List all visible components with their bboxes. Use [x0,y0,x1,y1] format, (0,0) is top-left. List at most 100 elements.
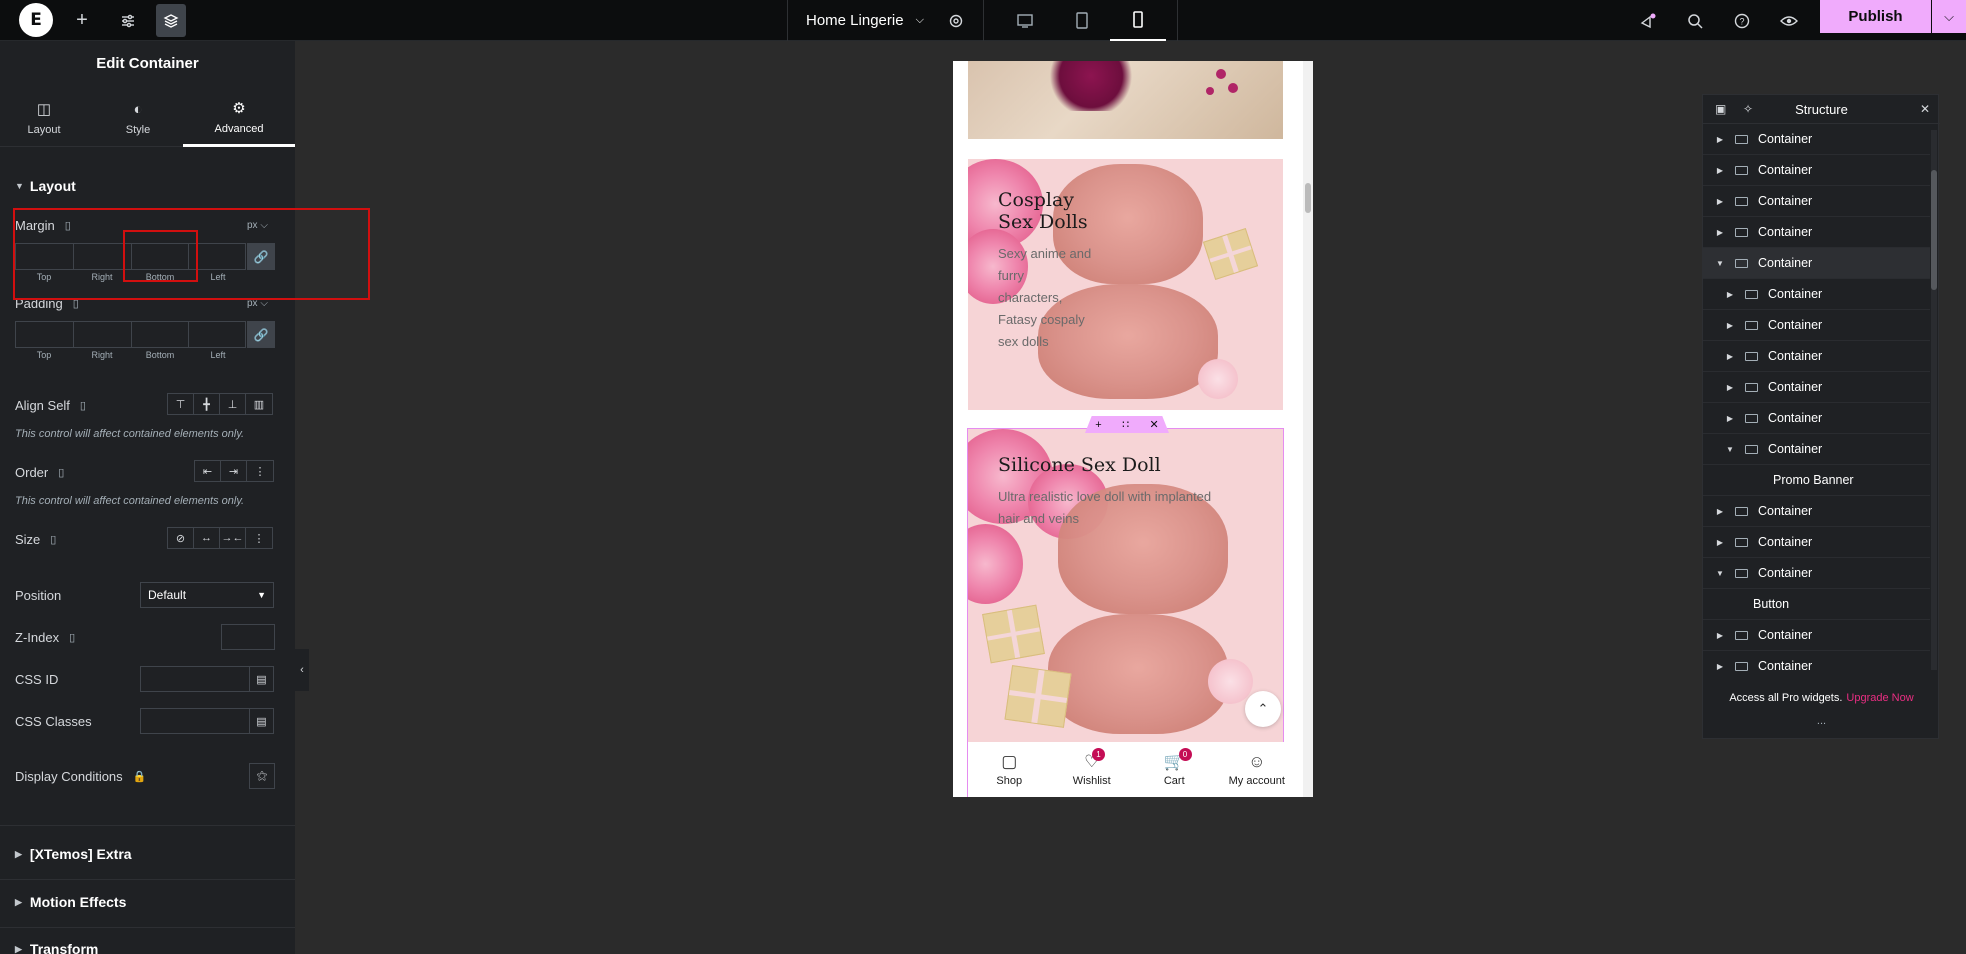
preview-scrollbar[interactable] [1303,61,1313,797]
page-settings-icon[interactable] [945,0,967,41]
caret-right-icon[interactable]: ▶ [1723,321,1737,330]
caret-right-icon[interactable]: ▶ [1723,290,1737,299]
desktop-icon[interactable] [1005,0,1045,41]
caret-right-icon[interactable]: ▶ [1723,414,1737,423]
structure-scrollbar-thumb[interactable] [1931,170,1937,290]
caret-down-icon[interactable]: ▼ [1723,445,1737,454]
structure-row[interactable]: ▶ Container [1703,620,1930,651]
css-id-input[interactable] [140,666,250,692]
section-transform[interactable]: ▶ Transform [15,941,98,954]
structure-row[interactable]: ▶ Container [1703,217,1930,248]
structure-row[interactable]: ▶ Container [1703,527,1930,558]
add-element-icon[interactable]: + [70,0,94,41]
caret-right-icon[interactable]: ▶ [1723,352,1737,361]
nav-wishlist[interactable]: ♡ 1 Wishlist [1051,742,1134,797]
page-title[interactable]: Home Lingerie ⌵ [806,0,924,41]
more-options-icon[interactable]: ⋮ [247,461,273,481]
caret-down-icon[interactable]: ▼ [1713,569,1727,578]
structure-row[interactable]: ▶ Container [1703,651,1930,681]
responsive-mobile-icon[interactable]: ▯ [58,466,64,479]
search-icon[interactable] [1683,0,1707,41]
elementor-logo[interactable]: E [19,3,53,37]
collapse-all-icon[interactable]: ▣ [1715,102,1726,116]
collapse-panel-chevron-icon[interactable]: ‹ [295,649,309,691]
drag-handle-icon[interactable]: ∷ [1122,418,1129,431]
structure-row[interactable]: ▼ Container [1703,248,1930,279]
preview-eye-icon[interactable] [1777,0,1801,41]
caret-right-icon[interactable]: ▶ [1713,662,1727,671]
more-dots[interactable]: ... [1703,715,1940,727]
responsive-mobile-icon[interactable]: ▯ [50,533,56,546]
css-classes-input[interactable] [140,708,250,734]
caret-right-icon[interactable]: ▶ [1713,166,1727,175]
magic-icon[interactable]: ✧ [1743,102,1753,116]
tab-advanced[interactable]: ⚙ Advanced [183,89,295,147]
align-stretch-icon[interactable]: ▥ [246,394,272,414]
notifications-icon[interactable] [1636,0,1660,41]
conditions-icon[interactable]: ⚝ [249,763,275,789]
tablet-icon[interactable] [1062,0,1102,41]
structure-row[interactable]: ▶ Container [1703,310,1930,341]
z-index-input[interactable] [221,624,275,650]
caret-right-icon[interactable]: ▶ [1713,507,1727,516]
dynamic-tags-icon[interactable]: ▤ [250,708,274,734]
structure-row[interactable]: ▶ Container [1703,124,1930,155]
caret-right-icon[interactable]: ▶ [1713,631,1727,640]
caret-down-icon[interactable]: ▼ [1713,259,1727,268]
structure-row[interactable]: ▶ Container [1703,372,1930,403]
close-icon[interactable]: ✕ [1150,418,1159,431]
caret-right-icon[interactable]: ▶ [1713,197,1727,206]
size-none-icon[interactable]: ⊘ [168,528,194,548]
structure-row[interactable]: ▶ Container [1703,186,1930,217]
caret-right-icon[interactable]: ▶ [1723,383,1737,392]
size-shrink-icon[interactable]: →← [220,528,246,548]
dynamic-tags-icon[interactable]: ▤ [250,666,274,692]
align-end-icon[interactable]: ⊥ [220,394,246,414]
structure-row[interactable]: ▶ Container [1703,403,1930,434]
structure-row[interactable]: ▶ Container [1703,155,1930,186]
structure-row[interactable]: Button [1703,589,1930,620]
responsive-mobile-icon[interactable]: ▯ [69,631,75,644]
align-center-icon[interactable]: ╋ [194,394,220,414]
publish-options-chevron-icon[interactable]: ⌵ [1932,0,1966,33]
link-values-icon[interactable]: 🔗 [247,321,276,348]
upgrade-now-link[interactable]: Upgrade Now [1846,692,1913,704]
structure-row[interactable]: ▶ Container [1703,279,1930,310]
tab-style[interactable]: ◐ Style [94,89,182,147]
nav-shop[interactable]: ▢ Shop [968,742,1051,797]
back-to-top-chevron-icon[interactable]: ⌃ [1245,691,1281,727]
promo-card-cosplay[interactable]: Cosplay Sex Dolls Sexy anime and furry c… [968,159,1283,410]
responsive-mobile-icon[interactable]: ▯ [80,399,86,412]
nav-cart[interactable]: 🛒 0 Cart [1133,742,1216,797]
structure-row[interactable]: ▶ Container [1703,496,1930,527]
tab-layout[interactable]: ◫ Layout [0,89,88,147]
close-icon[interactable]: ✕ [1920,102,1930,116]
more-options-icon[interactable]: ⋮ [246,528,272,548]
structure-row[interactable]: Promo Banner [1703,465,1930,496]
mobile-icon[interactable] [1110,0,1166,41]
size-grow-icon[interactable]: ↔ [194,528,220,548]
nav-my-account[interactable]: ☺ My account [1216,742,1299,797]
position-select[interactable]: Default ▼ [140,582,274,608]
publish-button[interactable]: Publish [1820,0,1931,33]
add-icon[interactable]: + [1095,419,1101,431]
section-xtemos-extra[interactable]: ▶ [XTemos] Extra [15,846,132,862]
caret-right-icon[interactable]: ▶ [1713,538,1727,547]
structure-toggle-icon[interactable] [156,4,186,37]
caret-right-icon[interactable]: ▶ [1713,228,1727,237]
section-motion-effects[interactable]: ▶ Motion Effects [15,894,126,910]
help-icon[interactable]: ? [1730,0,1754,41]
order-end-icon[interactable]: ⇥ [221,461,247,481]
site-settings-icon[interactable] [116,0,140,41]
padding-top-input[interactable] [15,321,73,348]
padding-left-input[interactable] [188,321,247,348]
padding-bottom-input[interactable] [130,321,189,348]
padding-right-input[interactable] [72,321,131,348]
preview-scrollbar-thumb[interactable] [1305,183,1311,213]
caret-right-icon[interactable]: ▶ [1713,135,1727,144]
order-start-icon[interactable]: ⇤ [195,461,221,481]
structure-row[interactable]: ▼ Container [1703,434,1930,465]
structure-row[interactable]: ▶ Container [1703,341,1930,372]
structure-row[interactable]: ▼ Container [1703,558,1930,589]
section-layout-header[interactable]: ▼ Layout [15,178,76,194]
